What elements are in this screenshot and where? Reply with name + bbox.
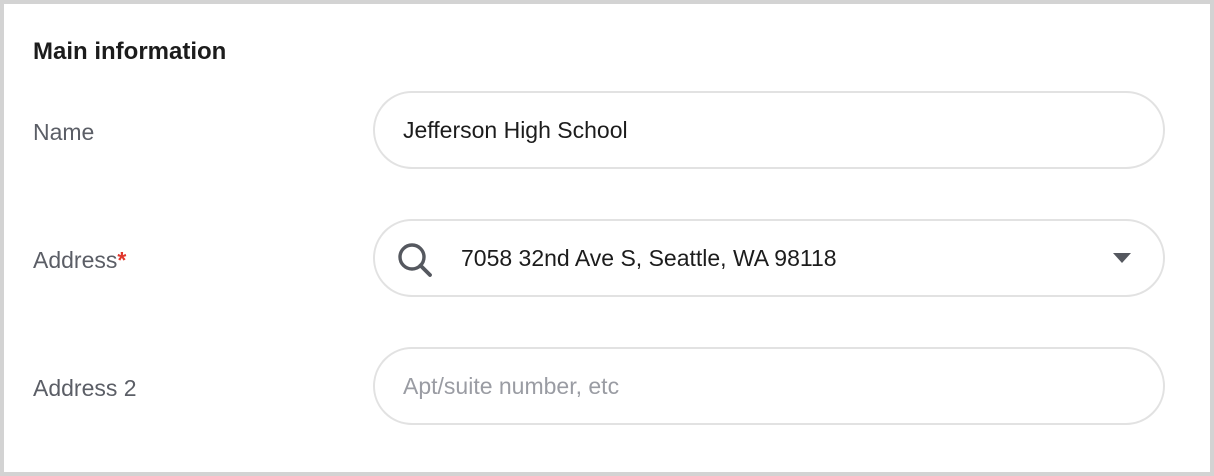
dropdown-caret-icon[interactable] <box>1113 253 1131 263</box>
name-label: Name <box>33 119 95 145</box>
section-title: Main information <box>33 38 227 65</box>
required-mark: * <box>117 247 127 273</box>
address-2-placeholder: Apt/suite number, etc <box>403 373 620 399</box>
name-input[interactable]: Jefferson High School <box>373 91 1165 169</box>
address-search-select[interactable]: 7058 32nd Ave S, Seattle, WA 98118 <box>373 219 1165 297</box>
address-label-text: Address <box>33 247 118 273</box>
address-label: Address* <box>33 246 126 274</box>
main-information-panel: Main information Name Jefferson High Sch… <box>0 0 1214 476</box>
address-2-input[interactable]: Apt/suite number, etc <box>373 347 1165 425</box>
address-2-label: Address 2 <box>33 375 137 401</box>
name-input-value: Jefferson High School <box>403 117 628 143</box>
search-icon <box>398 243 432 277</box>
address-input-value: 7058 32nd Ave S, Seattle, WA 98118 <box>461 245 837 271</box>
